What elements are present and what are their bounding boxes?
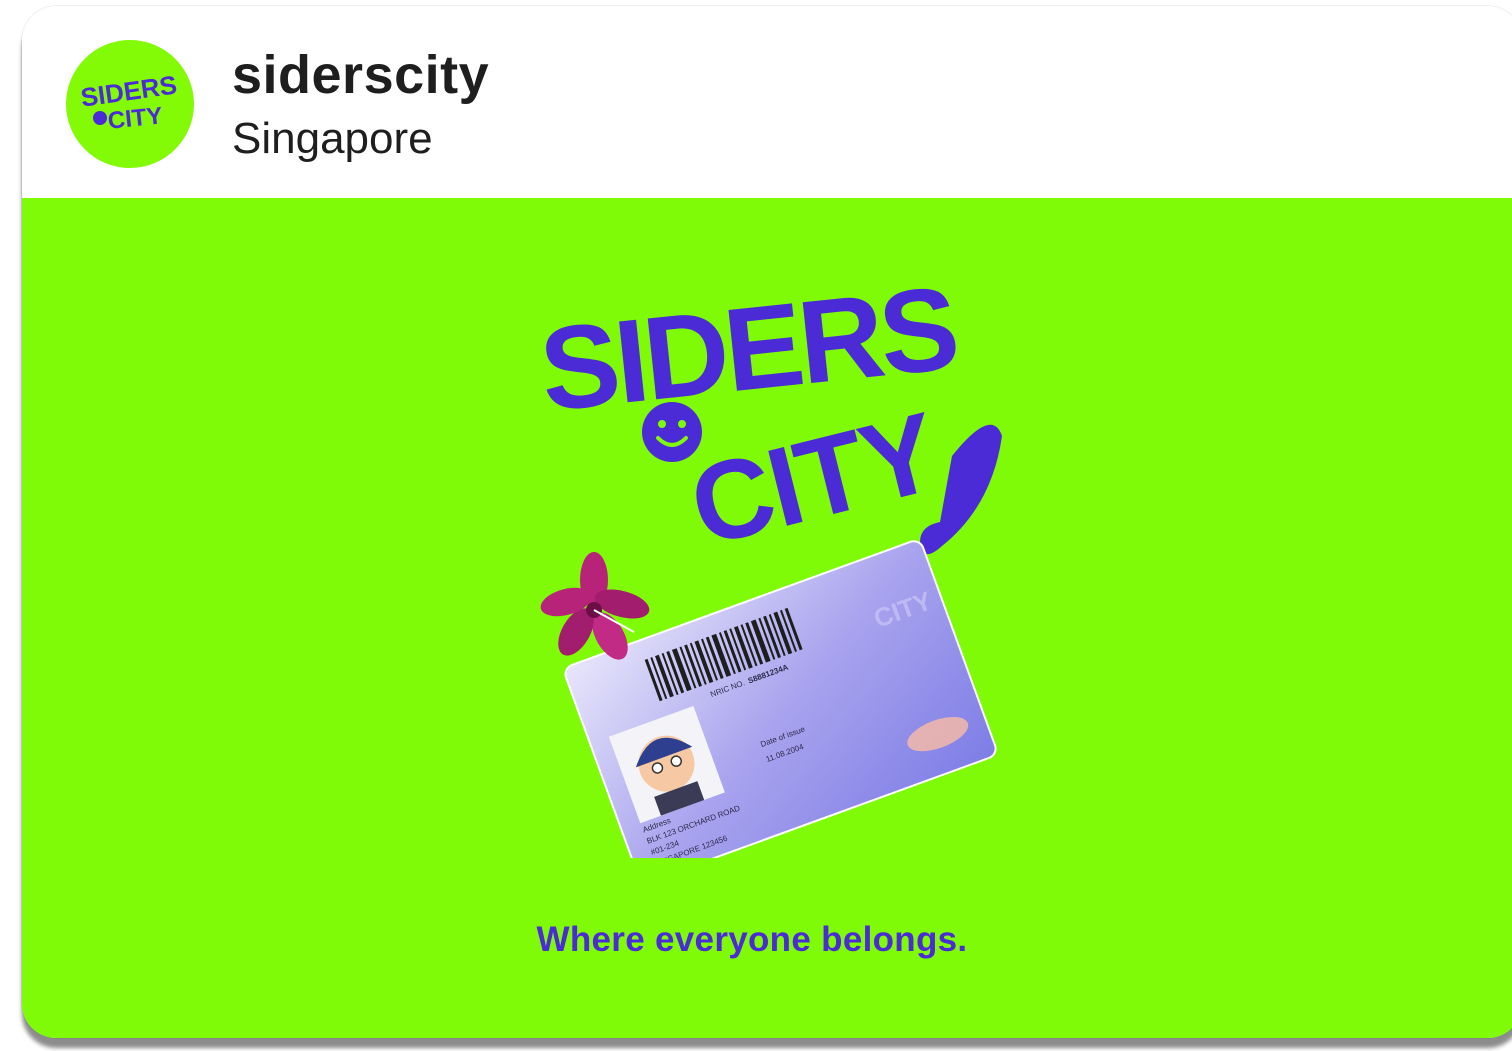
id-card-illustration: NRIC NO. S8881234A Date of issue 11.08.2…	[540, 540, 997, 858]
tagline-text: Where everyone belongs.	[536, 920, 968, 959]
account-avatar[interactable]: SIDERS CITY	[66, 40, 194, 168]
account-name[interactable]: siderscity	[232, 44, 489, 106]
siderscity-avatar-logo: SIDERS CITY	[79, 69, 179, 135]
post-header: SIDERS CITY siderscity Singapore	[22, 6, 1512, 198]
smiley-face-icon	[642, 402, 702, 462]
post-image[interactable]: SIDERS CITY NRIC NO. S8881234A Date of i…	[22, 198, 1512, 1038]
siderscity-logo: SIDERS CITY	[534, 262, 1002, 556]
avatar-logo-text-bottom: CITY	[107, 102, 164, 135]
post-location[interactable]: Singapore	[232, 114, 433, 164]
post-card: SIDERS CITY siderscity Singapore SIDERS …	[22, 6, 1512, 1038]
tagline: Where everyone belongs.	[22, 920, 1512, 960]
